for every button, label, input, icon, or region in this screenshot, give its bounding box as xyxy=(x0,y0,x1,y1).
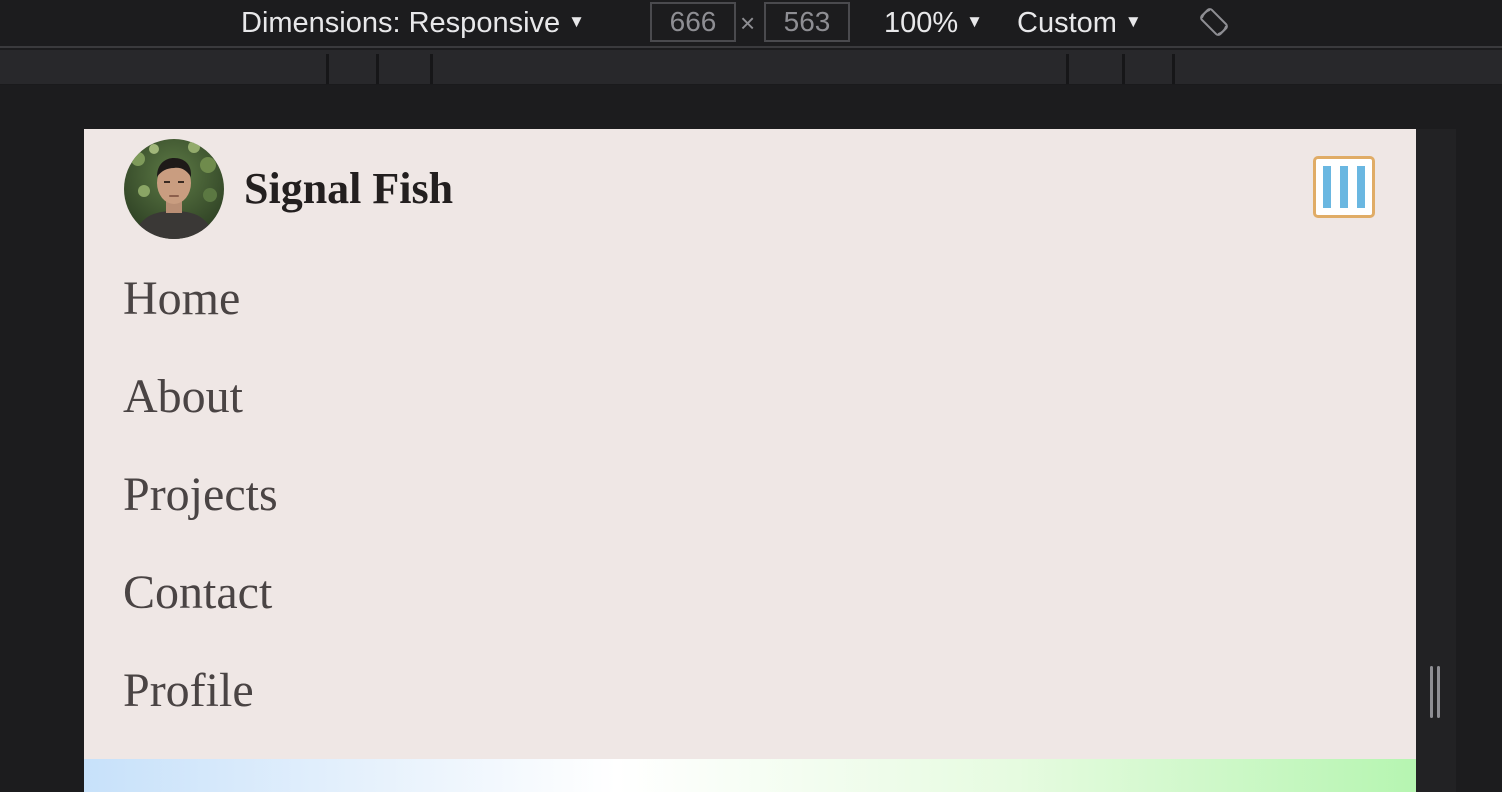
nav-link-contact[interactable]: Contact xyxy=(123,553,272,633)
profile-photo-icon xyxy=(124,139,224,239)
nav-link-projects[interactable]: Projects xyxy=(123,455,278,535)
nav-item-home: Home xyxy=(84,259,1416,357)
chevron-down-icon: ▼ xyxy=(966,12,983,31)
site-title[interactable]: Signal Fish xyxy=(244,157,453,221)
grip-line-icon xyxy=(1437,666,1440,718)
media-query-marker[interactable] xyxy=(326,54,329,84)
chevron-down-icon: ▼ xyxy=(1124,12,1142,31)
media-query-marker[interactable] xyxy=(430,54,433,84)
menu-toggle-button[interactable] xyxy=(1313,156,1375,218)
responsive-toolbar: Dimensions: Responsive ▼ 666 × 563 100% ▼ … xyxy=(0,0,1502,48)
menu-bar-icon xyxy=(1357,166,1365,208)
nav-item-about: About xyxy=(84,357,1416,455)
page-viewport: Signal Fish Home About Projects Contact … xyxy=(84,129,1416,792)
throttle-dropdown[interactable]: Custom ▼ xyxy=(1017,5,1142,39)
grip-line-icon xyxy=(1430,666,1433,718)
chevron-down-icon: ▼ xyxy=(568,12,585,31)
menu-bar-icon xyxy=(1323,166,1331,208)
avatar[interactable] xyxy=(124,139,224,239)
zoom-dropdown[interactable]: 100% ▼ xyxy=(884,5,983,39)
dimensions-dropdown[interactable]: Dimensions: Responsive ▼ xyxy=(241,5,585,39)
nav-item-projects: Projects xyxy=(84,455,1416,553)
zoom-label: 100% xyxy=(884,7,959,39)
media-query-marker[interactable] xyxy=(1172,54,1175,84)
nav-item-contact: Contact xyxy=(84,553,1416,651)
dimensions-label: Dimensions: Responsive xyxy=(241,7,561,39)
media-query-marker[interactable] xyxy=(1122,54,1125,84)
nav-item-profile: Profile xyxy=(84,651,1416,749)
site-header: Signal Fish xyxy=(84,129,1416,249)
nav-link-about[interactable]: About xyxy=(123,357,243,437)
nav-link-home[interactable]: Home xyxy=(123,259,240,339)
nav-link-profile[interactable]: Profile xyxy=(123,651,254,731)
menu-bar-icon xyxy=(1340,166,1348,208)
height-input[interactable]: 563 xyxy=(764,2,850,42)
main-nav: Home About Projects Contact Profile xyxy=(84,259,1416,749)
rotate-device-icon[interactable] xyxy=(1198,6,1230,38)
width-input[interactable]: 666 xyxy=(650,2,736,42)
media-query-marker[interactable] xyxy=(1066,54,1069,84)
media-query-bar xyxy=(0,50,1502,85)
times-separator: × xyxy=(740,8,756,38)
media-query-marker[interactable] xyxy=(376,54,379,84)
viewport-resize-handle[interactable] xyxy=(1428,666,1444,718)
hero-gradient-band xyxy=(84,759,1416,792)
throttle-label: Custom xyxy=(1017,7,1117,39)
